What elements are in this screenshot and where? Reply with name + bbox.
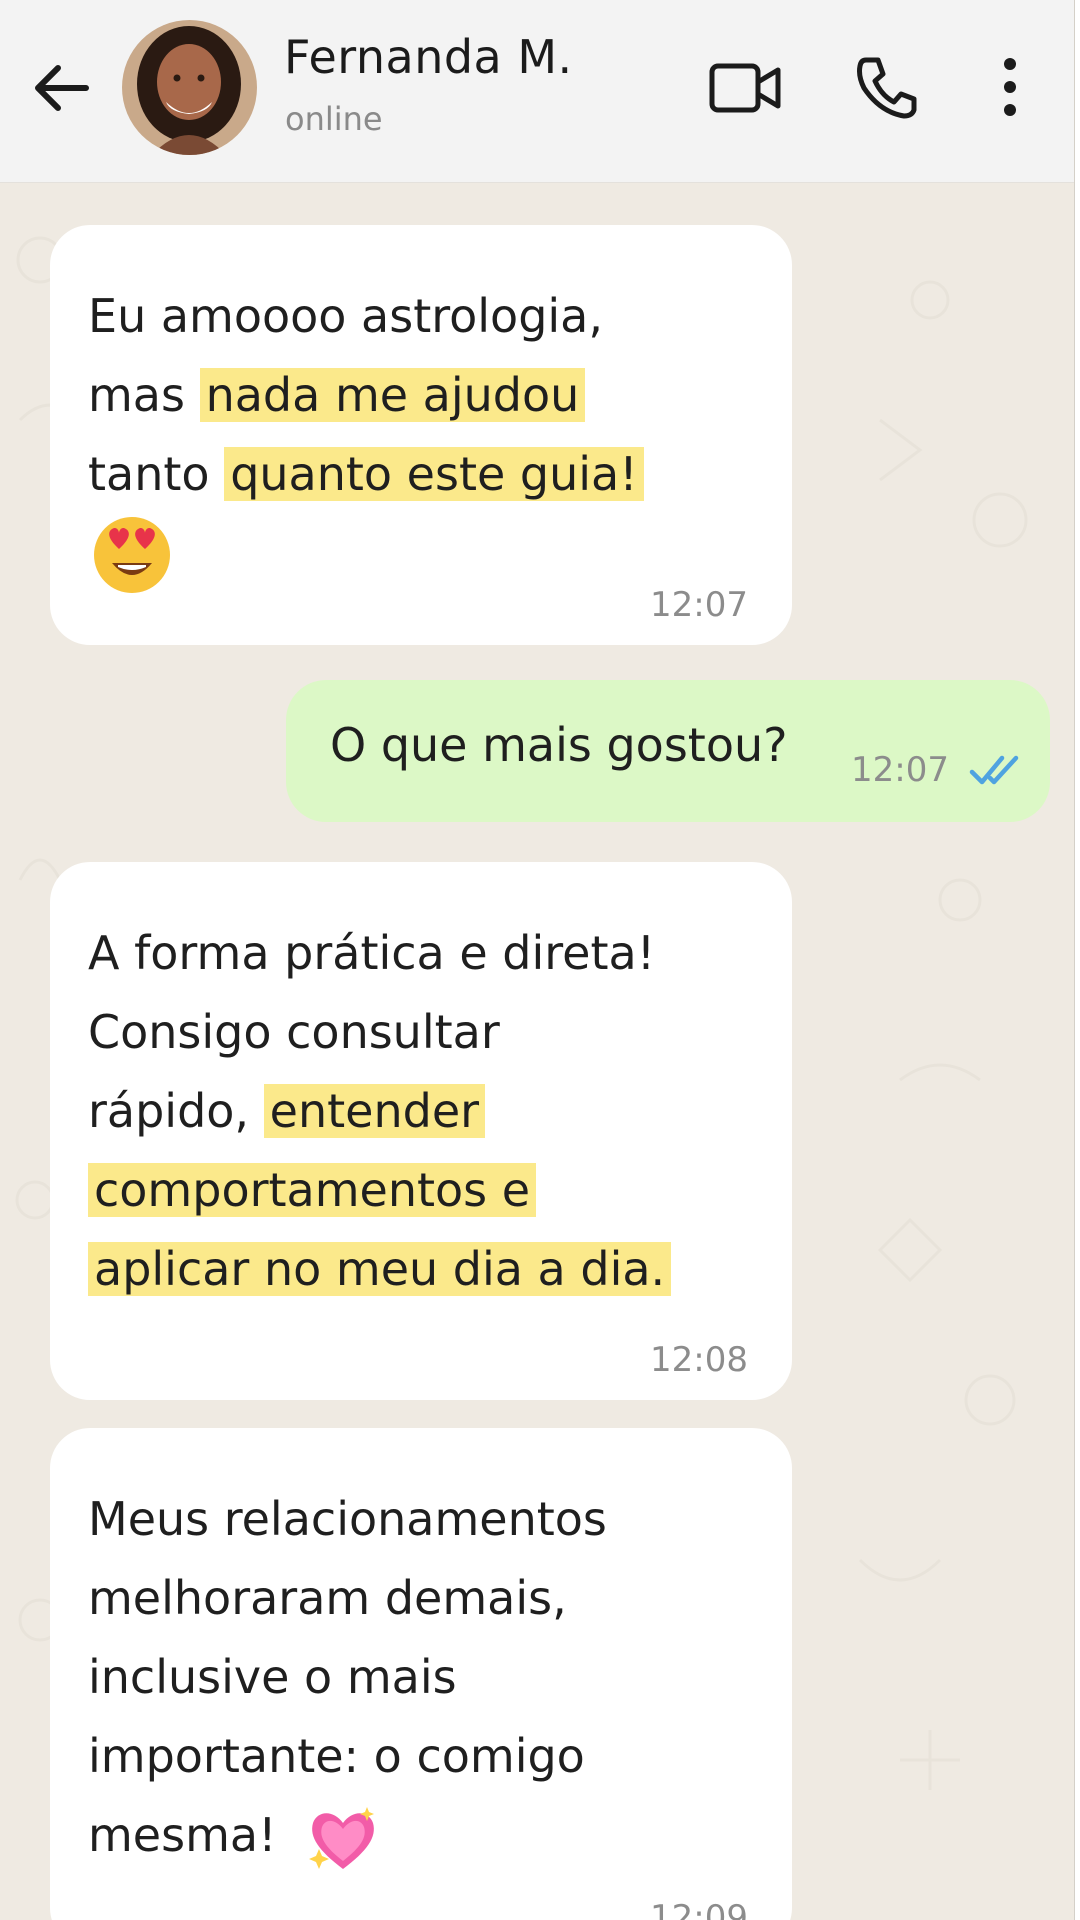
message-line: melhoraram demais, — [88, 1571, 567, 1625]
highlighted-text: nada me ajudou — [199, 368, 586, 422]
message-time: 12:07 — [650, 585, 748, 625]
highlighted-text: aplicar no meu dia a dia. — [88, 1242, 672, 1296]
more-vertical-icon[interactable] — [990, 52, 1030, 122]
message-line: aplicar no meu dia a dia. — [88, 1230, 752, 1309]
message-bubble-outgoing[interactable]: O que mais gostou? 12:07 — [286, 680, 1050, 822]
message-text: Meus relacionamentos melhoraram demais, … — [88, 1480, 752, 1877]
message-time: 12:09 — [650, 1898, 748, 1920]
message-text: O que mais gostou? — [330, 718, 788, 772]
message-line: tanto quanto este guia! — [88, 435, 752, 514]
message-line: mas nada me ajudou — [88, 356, 752, 435]
message-line: Eu amoooo astrologia, — [88, 289, 603, 343]
avatar[interactable] — [122, 20, 257, 155]
message-line: Meus relacionamentos — [88, 1492, 607, 1546]
message-line: mesma! — [88, 1796, 752, 1877]
heart-eyes-emoji — [94, 517, 170, 593]
message-line: importante: o comigo — [88, 1729, 585, 1783]
message-text: A forma prática e direta! Consigo consul… — [88, 914, 752, 1309]
chat-screen: Fernanda M. online Eu amoooo astrologia,… — [0, 0, 1075, 1920]
message-time: 12:08 — [650, 1340, 748, 1380]
highlighted-text: quanto este guia! — [224, 447, 644, 501]
sparkling-heart-emoji — [309, 1806, 375, 1869]
chat-header: Fernanda M. online — [0, 0, 1074, 183]
message-time: 12:07 — [851, 750, 949, 790]
message-bubble-incoming[interactable]: Meus relacionamentos melhoraram demais, … — [50, 1428, 792, 1920]
message-bubble-incoming[interactable]: A forma prática e direta! Consigo consul… — [50, 862, 792, 1400]
arrow-left-icon[interactable] — [30, 56, 94, 120]
contact-name[interactable]: Fernanda M. — [284, 30, 573, 84]
highlighted-text: entender — [263, 1084, 486, 1138]
highlighted-text: comportamentos e — [88, 1163, 537, 1217]
contact-status: online — [285, 100, 383, 138]
message-line: A forma prática e direta! — [88, 926, 656, 980]
message-line: inclusive o mais — [88, 1650, 457, 1704]
message-line-text: mesma! — [88, 1808, 277, 1862]
message-line: comportamentos e — [88, 1151, 752, 1230]
message-line: Consigo consultar — [88, 1005, 500, 1059]
message-bubble-incoming[interactable]: Eu amoooo astrologia, mas nada me ajudou… — [50, 225, 792, 645]
double-check-icon — [969, 755, 1019, 785]
video-camera-icon[interactable] — [708, 58, 784, 118]
message-text: Eu amoooo astrologia, mas nada me ajudou… — [88, 277, 752, 514]
phone-icon[interactable] — [852, 52, 922, 122]
message-line: rápido, entender — [88, 1072, 752, 1151]
